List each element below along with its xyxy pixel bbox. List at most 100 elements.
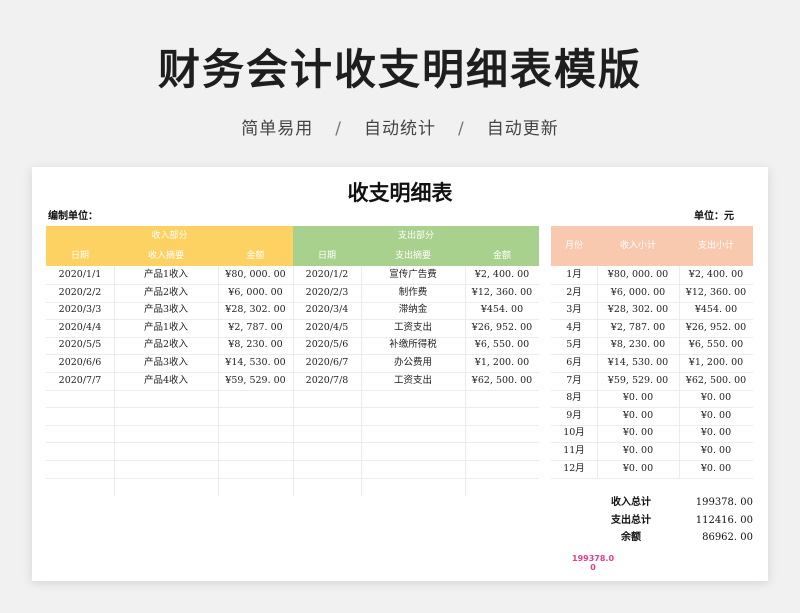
amount-cell[interactable]: ¥12, 360. 00 (465, 284, 539, 302)
date-cell[interactable]: 2020/4/5 (293, 319, 361, 337)
summary-cell[interactable]: 产品2收入 (114, 336, 218, 354)
date-cell[interactable]: 2020/6/7 (293, 354, 361, 372)
expense-cell[interactable]: ¥0. 00 (679, 442, 753, 460)
summary-cell[interactable]: 产品2收入 (114, 284, 218, 302)
income-summary-header: 收入摘要 (147, 251, 184, 261)
income-cell[interactable]: ¥80, 000. 00 (597, 266, 679, 284)
empty-row[interactable] (46, 424, 293, 444)
expense-cell[interactable]: ¥26, 952. 00 (679, 319, 753, 337)
month-cell[interactable]: 7月 (551, 372, 597, 390)
income-cell[interactable]: ¥28, 302. 00 (597, 301, 679, 319)
summary-cell[interactable]: 滞纳金 (361, 301, 465, 319)
date-cell[interactable]: 2020/7/8 (293, 372, 361, 390)
month-cell[interactable]: 5月 (551, 336, 597, 354)
month-cell[interactable]: 10月 (551, 424, 597, 442)
income-total-note: 199378.00 (572, 554, 615, 572)
income-cell[interactable]: ¥2, 787. 00 (597, 319, 679, 337)
amount-cell[interactable]: ¥26, 952. 00 (465, 319, 539, 337)
amount-cell[interactable]: ¥59, 529. 00 (218, 372, 293, 390)
expense-cell[interactable]: ¥454. 00 (679, 301, 753, 319)
monthly-row: 4月 ¥2, 787. 00 ¥26, 952. 00 (551, 319, 753, 338)
empty-row[interactable] (46, 442, 293, 461)
date-cell[interactable]: 2020/2/3 (293, 284, 361, 302)
income-cell[interactable]: ¥0. 00 (597, 442, 679, 460)
date-cell[interactable]: 2020/5/6 (293, 336, 361, 354)
amount-cell[interactable]: ¥14, 530. 00 (218, 354, 293, 372)
total-value[interactable]: 86962. 00 (681, 529, 753, 546)
date-cell[interactable]: 2020/3/4 (293, 301, 361, 319)
date-cell[interactable]: 2020/2/2 (46, 284, 114, 302)
total-value[interactable]: 199378. 00 (681, 494, 753, 511)
month-cell[interactable]: 8月 (551, 389, 597, 407)
expense-cell[interactable]: ¥0. 00 (679, 389, 753, 407)
date-cell[interactable]: 2020/7/7 (46, 372, 114, 390)
empty-row[interactable] (293, 460, 539, 479)
date-cell[interactable]: 2020/1/1 (46, 266, 114, 284)
income-cell[interactable]: ¥0. 00 (597, 424, 679, 442)
summary-cell[interactable]: 补缴所得税 (361, 336, 465, 354)
amount-cell[interactable]: ¥2, 400. 00 (465, 266, 539, 284)
expense-cell[interactable]: ¥12, 360. 00 (679, 284, 753, 302)
month-cell[interactable]: 1月 (551, 266, 597, 284)
date-cell[interactable]: 2020/6/6 (46, 354, 114, 372)
amount-cell[interactable]: ¥28, 302. 00 (218, 301, 293, 319)
empty-row[interactable] (293, 389, 539, 409)
income-cell[interactable]: ¥8, 230. 00 (597, 336, 679, 354)
expense-cell[interactable]: ¥62, 500. 00 (679, 372, 753, 390)
amount-cell[interactable]: ¥62, 500. 00 (465, 372, 539, 390)
month-cell[interactable]: 6月 (551, 354, 597, 372)
amount-cell[interactable]: ¥454. 00 (465, 301, 539, 319)
income-date-header: 日期 (70, 251, 89, 261)
monthly-row: 8月 ¥0. 00 ¥0. 00 (551, 389, 753, 409)
empty-row[interactable] (293, 407, 539, 426)
expense-cell[interactable]: ¥0. 00 (679, 460, 753, 478)
empty-row[interactable] (46, 460, 293, 479)
summary-cell[interactable]: 产品3收入 (114, 301, 218, 319)
summary-cell[interactable]: 办公费用 (361, 354, 465, 372)
amount-cell[interactable]: ¥8, 230. 00 (218, 336, 293, 354)
month-cell[interactable]: 9月 (551, 407, 597, 425)
summary-cell[interactable]: 工资支出 (361, 319, 465, 337)
summary-cell[interactable]: 产品1收入 (114, 266, 218, 284)
empty-row[interactable] (46, 389, 293, 409)
summary-cell[interactable]: 产品4收入 (114, 372, 218, 390)
month-cell[interactable]: 4月 (551, 319, 597, 337)
month-cell[interactable]: 11月 (551, 442, 597, 460)
date-cell[interactable]: 2020/4/4 (46, 319, 114, 337)
date-cell[interactable]: 2020/5/5 (46, 336, 114, 354)
amount-cell[interactable]: ¥80, 000. 00 (218, 266, 293, 284)
income-cell[interactable]: ¥14, 530. 00 (597, 354, 679, 372)
income-cell[interactable]: ¥0. 00 (597, 460, 679, 478)
sheet-title: 收支明细表 (347, 180, 453, 205)
summary-cell[interactable]: 宣传广告费 (361, 266, 465, 284)
date-cell[interactable]: 2020/1/2 (293, 266, 361, 284)
empty-row[interactable] (46, 407, 293, 426)
summary-cell[interactable]: 产品1收入 (114, 319, 218, 337)
expense-cell[interactable]: ¥0. 00 (679, 407, 753, 425)
summary-cell[interactable]: 产品3收入 (114, 354, 218, 372)
summary-cell[interactable]: 工资支出 (361, 372, 465, 390)
income-header: 收入部分 日期 收入摘要 金额 (46, 226, 293, 266)
expense-cell[interactable]: ¥6, 550. 00 (679, 336, 753, 354)
expense-date-header: 日期 (317, 251, 336, 261)
expense-cell[interactable]: ¥1, 200. 00 (679, 354, 753, 372)
amount-cell[interactable]: ¥6, 550. 00 (465, 336, 539, 354)
expense-cell[interactable]: ¥2, 400. 00 (679, 266, 753, 284)
summary-cell[interactable]: 制作费 (361, 284, 465, 302)
total-value[interactable]: 112416. 00 (681, 512, 753, 529)
empty-row[interactable] (293, 424, 539, 444)
month-cell[interactable]: 12月 (551, 460, 597, 478)
expense-cell[interactable]: ¥0. 00 (679, 424, 753, 442)
income-cell[interactable]: ¥59, 529. 00 (597, 372, 679, 390)
amount-cell[interactable]: ¥2, 787. 00 (218, 319, 293, 337)
amount-cell[interactable]: ¥1, 200. 00 (465, 354, 539, 372)
month-cell[interactable]: 3月 (551, 301, 597, 319)
month-cell[interactable]: 2月 (551, 284, 597, 302)
income-cell[interactable]: ¥6, 000. 00 (597, 284, 679, 302)
monthly-row: 2月 ¥6, 000. 00 ¥12, 360. 00 (551, 284, 753, 303)
income-cell[interactable]: ¥0. 00 (597, 407, 679, 425)
empty-row[interactable] (293, 442, 539, 461)
income-cell[interactable]: ¥0. 00 (597, 389, 679, 407)
date-cell[interactable]: 2020/3/3 (46, 301, 114, 319)
amount-cell[interactable]: ¥6, 000. 00 (218, 284, 293, 302)
